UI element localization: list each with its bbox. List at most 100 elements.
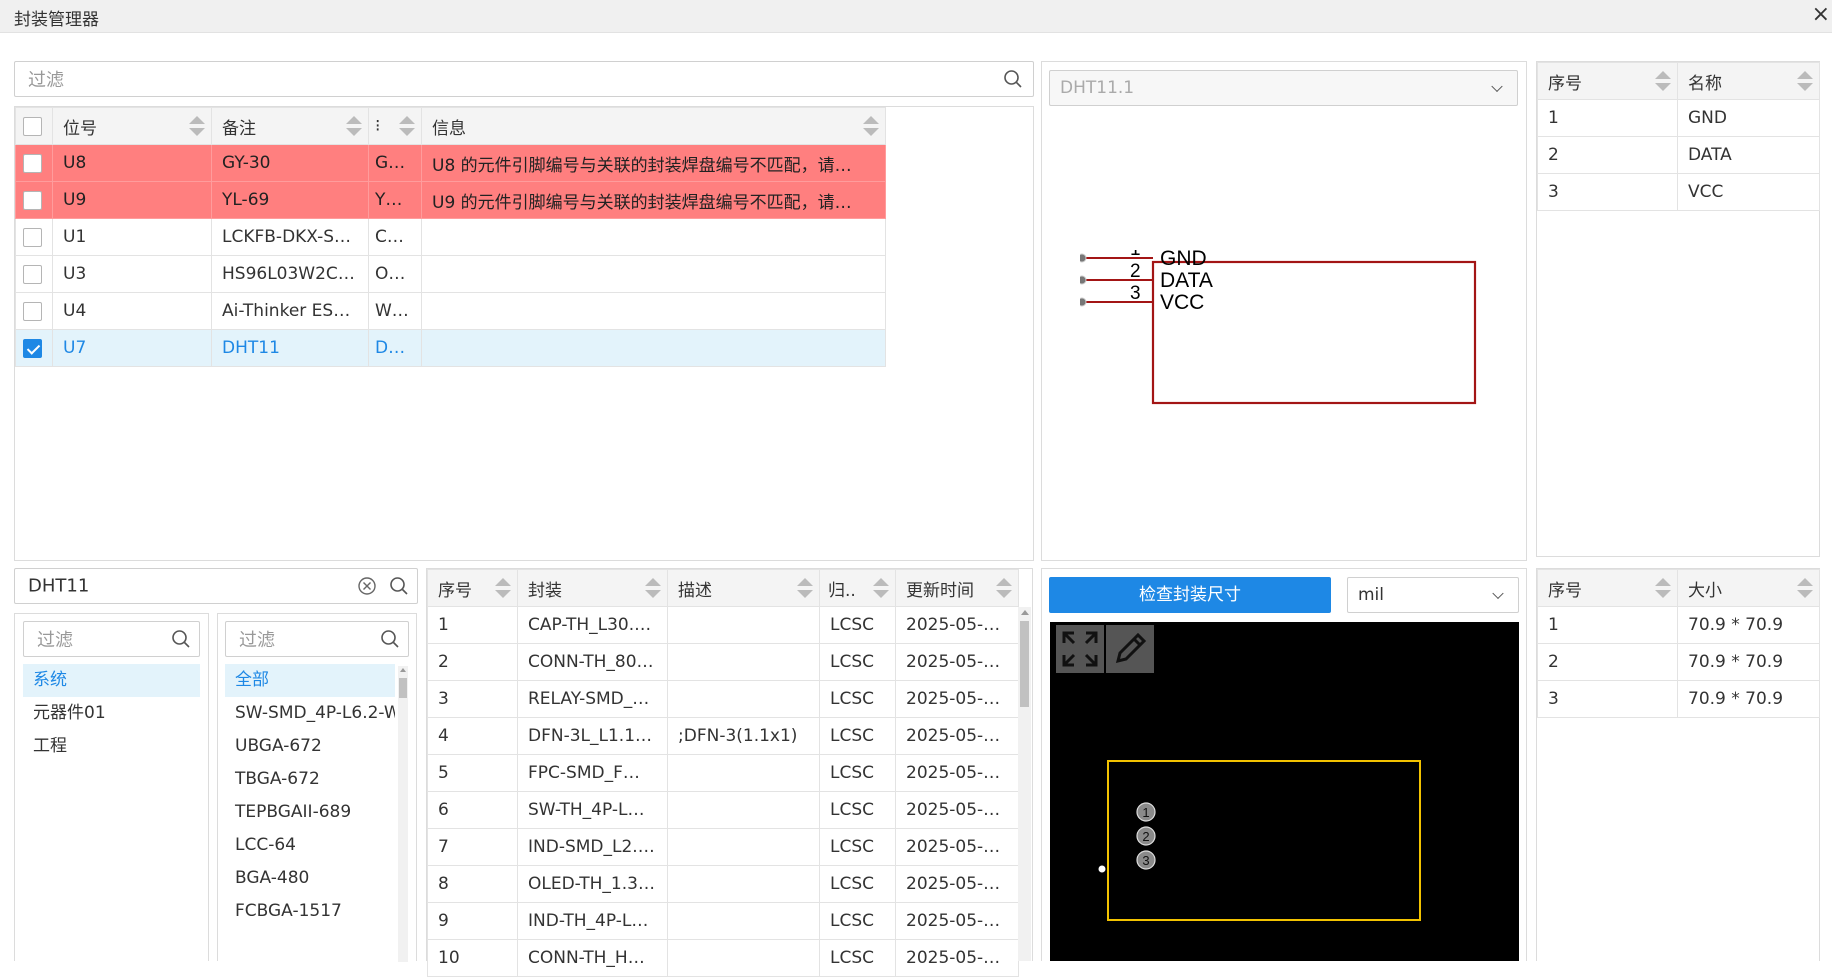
sort-icon[interactable] bbox=[1797, 70, 1813, 92]
row-checkbox[interactable] bbox=[23, 227, 42, 247]
sort-icon[interactable] bbox=[1797, 577, 1813, 599]
row-checkbox[interactable] bbox=[23, 264, 42, 284]
pad-index-cell: 2 bbox=[1537, 643, 1678, 681]
category-list-item[interactable]: SW-SMD_4P-L6.2-W bbox=[225, 697, 395, 730]
table-row[interactable]: 1 CAP-TH_L30.… LCSC 2025-05-07… bbox=[427, 606, 1019, 644]
table-row[interactable]: 9 IND-TH_4P-L… LCSC 2025-05-07… bbox=[427, 902, 1019, 940]
select-all-checkbox[interactable] bbox=[23, 116, 42, 136]
sort-icon[interactable] bbox=[495, 577, 511, 599]
table-row[interactable]: 8 OLED-TH_1.3… LCSC 2025-05-07… bbox=[427, 865, 1019, 903]
library-list-item[interactable]: 系统 bbox=[23, 664, 200, 697]
table-row[interactable]: U8 GY-30 G… U8 的元件引脚编号与关联的封装焊盘编号不匹配，请… bbox=[15, 144, 886, 182]
col-pad-size[interactable]: 大小 bbox=[1677, 569, 1820, 607]
col-ref[interactable]: 位号 bbox=[52, 107, 212, 145]
row-checkbox-cell[interactable] bbox=[15, 218, 53, 256]
col-pin-name-label: 名称 bbox=[1688, 73, 1722, 94]
library-list-item[interactable]: 元器件01 bbox=[23, 697, 200, 730]
col-pad-index[interactable]: 序号 bbox=[1537, 569, 1678, 607]
row-checkbox-cell[interactable] bbox=[15, 329, 53, 367]
fp-desc-cell bbox=[667, 680, 820, 718]
search-icon[interactable] bbox=[1003, 69, 1023, 89]
search-icon[interactable] bbox=[389, 576, 409, 596]
unit-select[interactable]: mil bbox=[1347, 577, 1519, 613]
category-filter-input[interactable]: 过滤 bbox=[225, 621, 409, 657]
table-row[interactable]: 7 IND-SMD_L2.… LCSC 2025-05-07… bbox=[427, 828, 1019, 866]
category-list-item[interactable]: FCBGA-1517 bbox=[225, 895, 395, 928]
scrollbar-thumb[interactable] bbox=[399, 678, 407, 698]
search-icon[interactable] bbox=[171, 629, 191, 649]
col-fp-updated[interactable]: 更新时间 bbox=[895, 569, 1019, 607]
sort-icon[interactable] bbox=[863, 115, 879, 137]
table-row[interactable]: 10 CONN-TH_H… LCSC 2025-05-07… bbox=[427, 939, 1019, 977]
row-checkbox-cell[interactable] bbox=[15, 292, 53, 330]
col-info[interactable]: 信息 bbox=[421, 107, 886, 145]
category-list-item[interactable]: TBGA-672 bbox=[225, 763, 395, 796]
clear-icon[interactable] bbox=[357, 576, 377, 596]
category-list-item[interactable]: BGA-480 bbox=[225, 862, 395, 895]
sort-icon[interactable] bbox=[189, 115, 205, 137]
filter-placeholder: 过滤 bbox=[239, 630, 275, 651]
table-row[interactable]: 5 FPC-SMD_F… LCSC 2025-05-07… bbox=[427, 754, 1019, 792]
col-pin-name[interactable]: 名称 bbox=[1677, 62, 1820, 100]
table-row[interactable]: U7 DHT11 D… bbox=[15, 329, 886, 367]
select-all-cell[interactable] bbox=[15, 107, 53, 145]
table-row[interactable]: U3 HS96L03W2C03 O… bbox=[15, 255, 886, 293]
table-row[interactable]: 4 DFN-3L_L1.1-… ;DFN-3(1.1x1) LCSC 2025-05-0… bbox=[427, 717, 1019, 755]
table-row[interactable]: U9 YL-69 Y… U9 的元件引脚编号与关联的封装焊盘编号不匹配，请… bbox=[15, 181, 886, 219]
sort-icon[interactable] bbox=[797, 577, 813, 599]
scroll-up-arrow[interactable] bbox=[1021, 610, 1029, 615]
table-row[interactable]: 1 70.9 * 70.9 bbox=[1537, 606, 1820, 644]
library-list-item[interactable]: 工程 bbox=[23, 730, 200, 763]
row-checkbox[interactable] bbox=[23, 338, 42, 358]
sort-icon[interactable] bbox=[1655, 70, 1671, 92]
sort-icon[interactable] bbox=[399, 115, 415, 137]
row-checkbox-cell[interactable] bbox=[15, 181, 53, 219]
col-pin-index[interactable]: 序号 bbox=[1537, 62, 1678, 100]
fp-name-cell: CONN-TH_H… bbox=[517, 939, 668, 977]
table-row[interactable]: 2 DATA bbox=[1537, 136, 1820, 174]
table-row[interactable]: 3 RELAY-SMD_… LCSC 2025-05-07… bbox=[427, 680, 1019, 718]
table-row[interactable]: 3 70.9 * 70.9 bbox=[1537, 680, 1820, 718]
search-icon[interactable] bbox=[380, 629, 400, 649]
col-note[interactable]: 备注 bbox=[211, 107, 369, 145]
sort-icon[interactable] bbox=[1655, 577, 1671, 599]
footprint-search-input[interactable]: DHT11 bbox=[14, 568, 418, 604]
library-list: 系统 元器件01 工程 bbox=[23, 664, 200, 763]
component-filter-input[interactable]: 过滤 bbox=[14, 61, 1034, 97]
table-row[interactable]: U4 Ai-Thinker ES… W… bbox=[15, 292, 886, 330]
row-checkbox[interactable] bbox=[23, 190, 42, 210]
row-checkbox-cell[interactable] bbox=[15, 255, 53, 293]
category-list-item[interactable]: UBGA-672 bbox=[225, 730, 395, 763]
col-fp-index[interactable]: 序号 bbox=[427, 569, 518, 607]
category-list-item[interactable]: TEPBGAII-689 bbox=[225, 796, 395, 829]
col-fp-desc[interactable]: 描述 bbox=[667, 569, 820, 607]
scroll-up-arrow[interactable] bbox=[400, 668, 406, 672]
scrollbar-thumb[interactable] bbox=[1020, 621, 1029, 707]
col-fp-name[interactable]: 封装 bbox=[517, 569, 668, 607]
table-row[interactable]: U1 LCKFB-DKX-S… C… bbox=[15, 218, 886, 256]
row-checkbox-cell[interactable] bbox=[15, 144, 53, 182]
library-filter-input[interactable]: 过滤 bbox=[23, 621, 200, 657]
check-footprint-size-button[interactable]: 检查封装尺寸 bbox=[1049, 577, 1331, 613]
symbol-select[interactable]: DHT11.1 bbox=[1049, 70, 1518, 106]
note-cell: Ai-Thinker ES… bbox=[211, 292, 369, 330]
row-checkbox[interactable] bbox=[23, 153, 42, 173]
table-row[interactable]: 6 SW-TH_4P-L… LCSC 2025-05-07… bbox=[427, 791, 1019, 829]
category-list-item[interactable]: 全部 bbox=[225, 664, 395, 697]
table-row[interactable]: 2 CONN-TH_80… LCSC 2025-05-07… bbox=[427, 643, 1019, 681]
table-row[interactable]: 3 VCC bbox=[1537, 173, 1820, 211]
pcb-canvas[interactable]: 1 2 3 bbox=[1050, 622, 1519, 961]
sort-icon[interactable] bbox=[346, 115, 362, 137]
footprint-scrollbar[interactable] bbox=[1018, 607, 1031, 961]
sort-icon[interactable] bbox=[873, 577, 889, 599]
category-scrollbar[interactable] bbox=[398, 666, 408, 962]
category-list-item[interactable]: LCC-64 bbox=[225, 829, 395, 862]
col-fp-owner[interactable]: 归.. bbox=[819, 569, 896, 607]
sort-icon[interactable] bbox=[996, 577, 1012, 599]
table-row[interactable]: 2 70.9 * 70.9 bbox=[1537, 643, 1820, 681]
row-checkbox[interactable] bbox=[23, 301, 42, 321]
close-icon[interactable]: × bbox=[1812, 2, 1830, 27]
col-extra[interactable]: ⁝ bbox=[368, 107, 422, 145]
sort-icon[interactable] bbox=[645, 577, 661, 599]
table-row[interactable]: 1 GND bbox=[1537, 99, 1820, 137]
